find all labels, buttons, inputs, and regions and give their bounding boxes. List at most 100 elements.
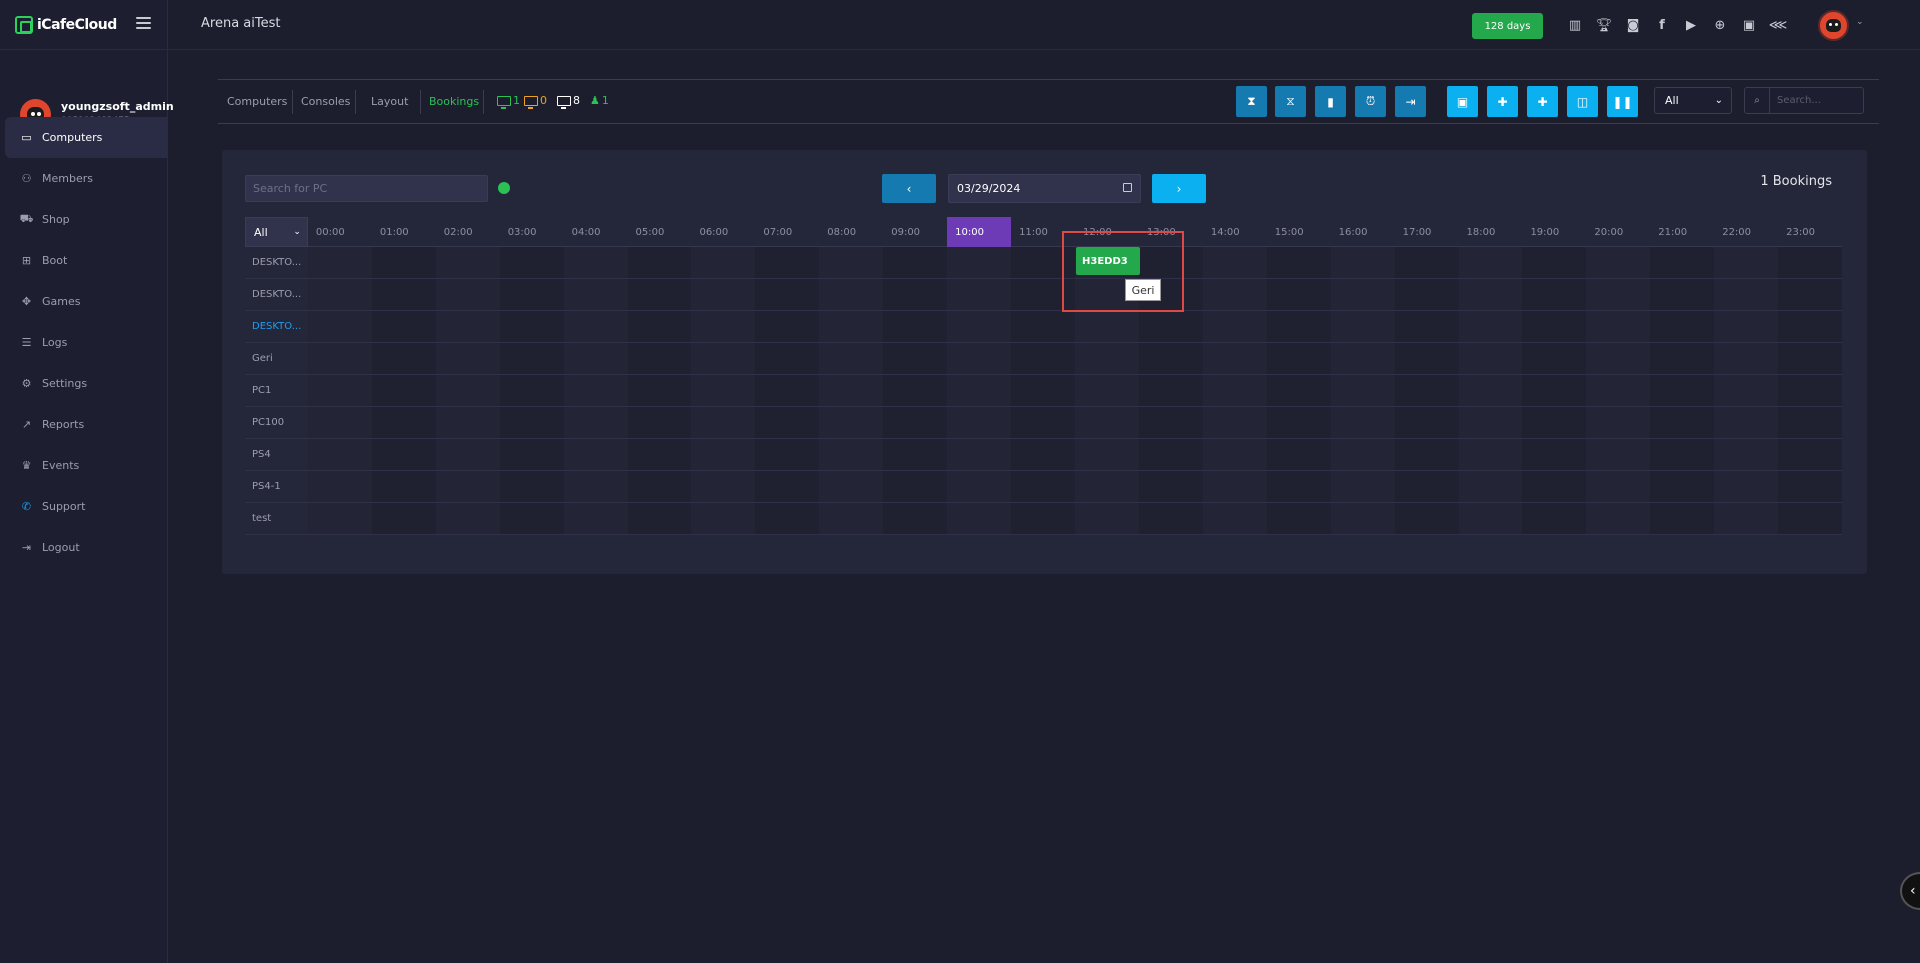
booking-cell[interactable] [691,247,756,278]
booking-cell[interactable] [755,439,820,470]
pc-name[interactable]: DESKTO... [245,311,308,342]
booking-cell[interactable] [627,311,692,342]
booking-cell[interactable] [1522,311,1587,342]
pc-search-input[interactable]: Search for PC [245,175,488,202]
booking-cell[interactable] [1650,279,1715,310]
sidebar-item-reports[interactable]: ↗ Reports [0,404,168,445]
booking-cell[interactable] [307,407,372,438]
booking-cell[interactable] [1330,247,1395,278]
booking-cell[interactable] [1074,439,1139,470]
sidebar-item-logs[interactable]: ☰ Logs [0,322,168,363]
booking-cell[interactable] [883,375,948,406]
booking-cell[interactable] [883,407,948,438]
booking-cell[interactable] [1714,407,1779,438]
booking-cell[interactable] [1202,311,1267,342]
booking-cell[interactable] [1138,311,1203,342]
tab-bookings[interactable]: Bookings [429,80,479,123]
booking-cell[interactable] [1394,503,1459,534]
booking-cell[interactable] [1650,375,1715,406]
booking-cell[interactable] [1138,343,1203,374]
booking-cell[interactable] [1778,407,1843,438]
booking-cell[interactable] [627,247,692,278]
booking-cell[interactable] [435,471,500,502]
sidebar-item-settings[interactable]: ⚙ Settings [0,363,168,404]
booking-cell[interactable] [435,311,500,342]
booking-cell[interactable] [1586,343,1651,374]
pc-name[interactable]: PC1 [245,375,308,406]
booking-cell[interactable] [1011,311,1075,342]
booking-cell[interactable] [1266,247,1331,278]
booking-cell[interactable] [691,343,756,374]
booking-cell[interactable] [947,439,1012,470]
booking-cell[interactable] [1074,343,1139,374]
booking-cell[interactable] [307,503,372,534]
members-status[interactable]: ♟ 1 [590,94,609,107]
booking-cell[interactable] [1522,343,1587,374]
pc-name[interactable]: DESKTO... [245,247,308,278]
leaderboard-icon[interactable]: ▥ [1563,15,1587,35]
booking-cell[interactable] [1394,471,1459,502]
booking-cell[interactable] [691,471,756,502]
booking-cell[interactable] [819,471,884,502]
group-select[interactable]: All ⌄ [1654,87,1732,114]
booking-cell[interactable] [883,439,948,470]
booking-cell[interactable] [819,503,884,534]
add-guest-button[interactable]: ✚ [1527,86,1558,117]
booking-cell[interactable] [371,439,436,470]
booking-cell[interactable] [1522,439,1587,470]
sidebar-item-support[interactable]: ✆ Support [0,486,168,527]
screenshot-button[interactable]: ◫ [1567,86,1598,117]
booking-cell[interactable] [371,375,436,406]
booking-cell[interactable] [691,279,756,310]
calendar-icon[interactable] [1123,183,1132,192]
booking-cell[interactable] [947,407,1012,438]
booking-cell[interactable] [883,247,948,278]
pc-name[interactable]: Geri [245,343,308,374]
booking-cell[interactable] [627,375,692,406]
booking-cell[interactable] [627,343,692,374]
booking-cell[interactable] [1458,375,1523,406]
booking-cell[interactable] [883,279,948,310]
booking-cell[interactable] [1586,503,1651,534]
add-member-button[interactable]: ✚ [1487,86,1518,117]
booking-cell[interactable] [1202,471,1267,502]
booking-cell[interactable] [1202,375,1267,406]
booking-cell[interactable] [307,311,372,342]
booking-cell[interactable] [627,471,692,502]
sidebar-item-games[interactable]: ✥ Games [0,281,168,322]
booking-cell[interactable] [1778,343,1843,374]
lock-button[interactable]: ▮ [1315,86,1346,117]
booking-cell[interactable] [1394,439,1459,470]
booking-cell[interactable] [499,503,564,534]
booking-cell[interactable] [307,375,372,406]
hourglass-alt-button[interactable]: ⧖ [1275,86,1306,117]
booking-cell[interactable] [1394,343,1459,374]
sidebar-item-boot[interactable]: ⊞ Boot [0,240,168,281]
grid-filter-select[interactable]: All ⌄ [245,217,308,247]
booking-cell[interactable] [883,343,948,374]
booking-cell[interactable] [563,279,628,310]
booking-cell[interactable] [1266,343,1331,374]
booking-cell[interactable] [755,471,820,502]
booking-cell[interactable] [1586,439,1651,470]
booking-cell[interactable] [819,247,884,278]
booking-cell[interactable] [1522,247,1587,278]
booking-cell[interactable] [1458,503,1523,534]
booking-cell[interactable] [1714,343,1779,374]
booking-cell[interactable] [563,375,628,406]
booking-cell[interactable] [691,439,756,470]
brand-icon[interactable]: ⋘ [1766,15,1790,35]
booking-cell[interactable] [1202,279,1267,310]
booking-cell[interactable] [1202,247,1267,278]
online-status[interactable]: 1 [497,94,520,109]
money-button[interactable]: ▣ [1447,86,1478,117]
booking-cell[interactable] [1074,471,1139,502]
booking-cell[interactable] [1778,279,1843,310]
booking-cell[interactable] [1330,503,1395,534]
booking-cell[interactable] [1714,471,1779,502]
booking-cell[interactable] [1394,311,1459,342]
booking-cell[interactable] [1330,471,1395,502]
booking-cell[interactable] [1011,343,1075,374]
booking-cell[interactable] [1266,375,1331,406]
booking-cell[interactable] [1394,247,1459,278]
